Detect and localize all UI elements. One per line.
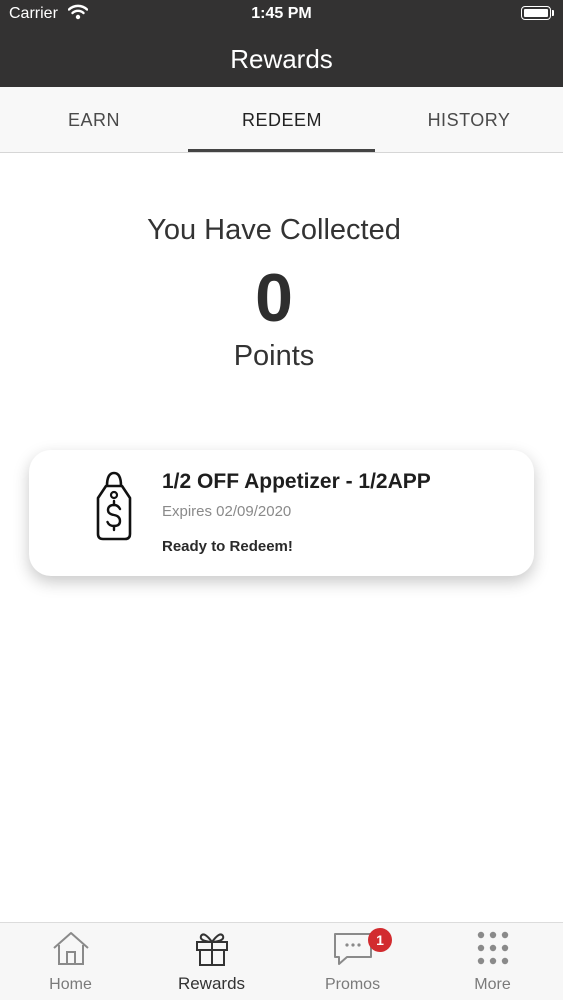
battery-tip: [552, 10, 554, 16]
rewards-tabs: EARN REDEEM HISTORY: [0, 87, 563, 153]
status-bar: Carrier 1:45 PM: [0, 0, 563, 30]
nav-more[interactable]: More: [422, 923, 563, 1001]
price-tag-dollar-icon: [94, 470, 134, 547]
nav-promos-label: Promos: [324, 976, 381, 993]
nav-home-label: Home: [49, 976, 92, 993]
reward-title: 1/2 OFF Appetizer - 1/2APP: [162, 470, 431, 493]
points-value: 0: [255, 260, 293, 336]
tab-history[interactable]: HISTORY: [375, 87, 563, 152]
points-unit: Points: [233, 340, 315, 372]
home-icon: [0, 929, 141, 972]
gift-icon: [141, 929, 282, 972]
grid-dots-icon: [422, 929, 563, 972]
promos-badge: 1: [368, 928, 392, 952]
chat-bubble-icon: [282, 929, 423, 972]
app-header: Carrier 1:45 PM Rewards: [0, 0, 563, 87]
reward-status: Ready to Redeem!: [162, 538, 293, 555]
nav-more-label: More: [474, 976, 511, 993]
reward-card[interactable]: 1/2 OFF Appetizer - 1/2APP Expires 02/09…: [29, 450, 534, 576]
page-title: Rewards: [230, 44, 333, 74]
reward-expiry: Expires 02/09/2020: [162, 503, 292, 520]
tab-redeem[interactable]: REDEEM: [188, 87, 376, 152]
nav-home[interactable]: Home: [0, 923, 141, 1001]
nav-rewards[interactable]: Rewards: [141, 923, 282, 1001]
bottom-tab-bar: Home Rewards Promos More: [0, 922, 563, 1000]
status-time: 1:45 PM: [251, 5, 312, 22]
battery-icon: [521, 6, 551, 20]
active-tab-indicator: [188, 149, 375, 152]
tab-earn[interactable]: EARN: [0, 87, 188, 152]
nav-promos[interactable]: Promos: [282, 923, 423, 1001]
points-heading: You Have Collected: [147, 214, 401, 246]
nav-rewards-label: Rewards: [177, 974, 246, 993]
